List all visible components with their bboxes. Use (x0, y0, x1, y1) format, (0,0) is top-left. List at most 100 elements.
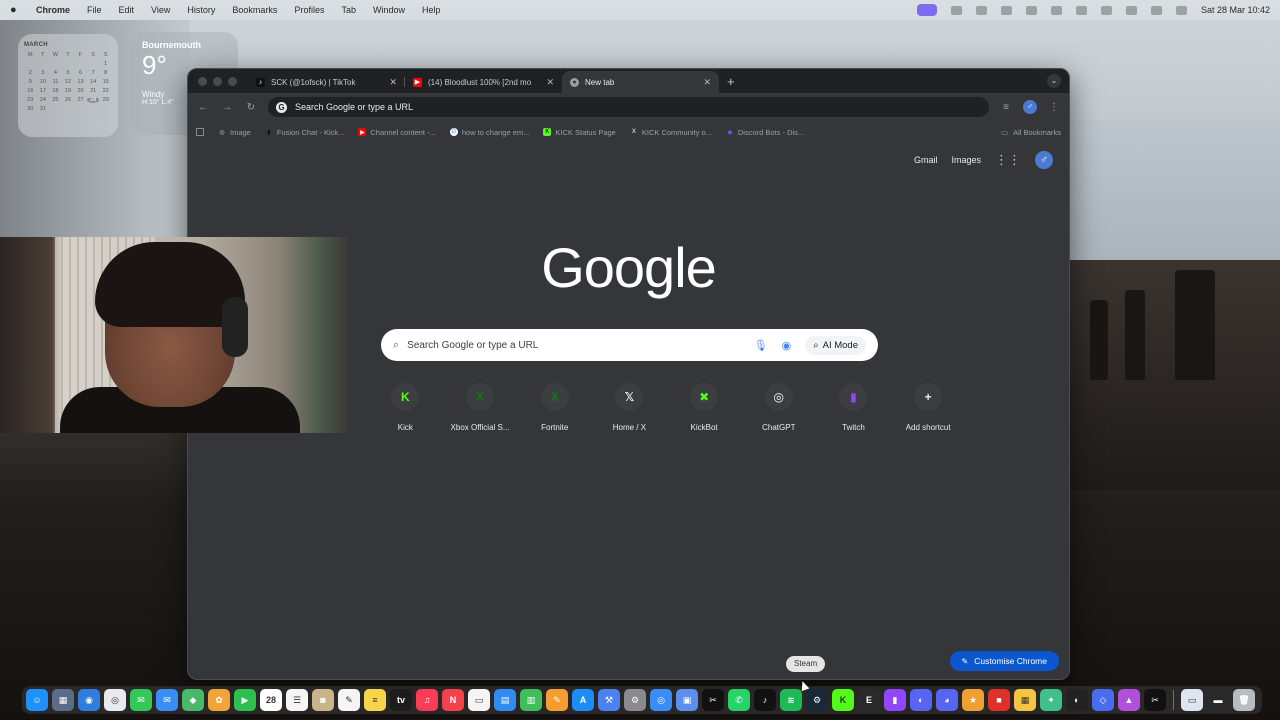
all-bookmarks-button[interactable]: ▭ All Bookmarks (1001, 128, 1061, 137)
new-tab-button[interactable]: + (727, 74, 735, 89)
minimize-window-button[interactable] (213, 76, 222, 86)
epic-icon[interactable]: E (858, 689, 880, 711)
vpn-icon[interactable]: ◇ (1092, 689, 1114, 711)
menu-profiles[interactable]: Profiles (294, 5, 324, 15)
kick-icon[interactable]: K (832, 689, 854, 711)
menu-view[interactable]: View (151, 5, 170, 15)
maps-icon[interactable]: ◆ (182, 689, 204, 711)
zoom-window-button[interactable] (228, 76, 237, 86)
settings-icon[interactable]: ⚙ (624, 689, 646, 711)
menubar-datetime[interactable]: Sat 28 Mar 10:42 (1201, 5, 1270, 15)
forward-icon[interactable]: → (220, 102, 234, 113)
menu-app-name[interactable]: Chrome (36, 5, 70, 15)
apps-grid-icon[interactable] (196, 128, 204, 136)
twitch-icon[interactable]: ▮ (884, 689, 906, 711)
messages-icon[interactable]: ✉ (130, 689, 152, 711)
menu-history[interactable]: History (187, 5, 215, 15)
among-us-icon[interactable]: ◐ (1066, 689, 1088, 711)
tiktok-icon[interactable]: ♪ (754, 689, 776, 711)
tab-tiktok[interactable]: ♪ SCK (@1ofsck) | TikTok ✕ (248, 71, 405, 93)
google-apps-icon[interactable]: ⋮⋮ (995, 152, 1021, 168)
game-icon[interactable]: ★ (962, 689, 984, 711)
music-icon[interactable]: ♫ (416, 689, 438, 711)
trash-icon[interactable]: 🗑 (1233, 689, 1255, 711)
news-icon[interactable]: N (442, 689, 464, 711)
roblox-icon[interactable]: ■ (988, 689, 1010, 711)
account-avatar[interactable]: ♂ (1035, 151, 1053, 169)
reload-icon[interactable]: ↻ (244, 102, 258, 113)
discord-icon[interactable]: ◕ (936, 689, 958, 711)
play-icon[interactable] (1025, 5, 1037, 15)
shortcut-xbox-official-s[interactable]: X Xbox Official S... (443, 383, 518, 432)
tv-icon[interactable]: tv (390, 689, 412, 711)
address-bar[interactable]: G Search Google or type a URL (268, 97, 989, 117)
status-icon[interactable] (950, 5, 962, 15)
display-icon[interactable] (1000, 5, 1012, 15)
apple-icon[interactable]: ● (10, 4, 22, 16)
shortcut-kick[interactable]: K Kick (368, 383, 443, 432)
screen-record-icon[interactable] (916, 4, 937, 16)
mail-icon[interactable]: ✉ (156, 689, 178, 711)
capcut-icon[interactable]: ✂ (702, 689, 724, 711)
status-icon[interactable] (975, 5, 987, 15)
bookmark-item[interactable]: ▶ Channel content -... (358, 128, 436, 137)
obs-icon[interactable]: ◐ (910, 689, 932, 711)
menu-help[interactable]: Help (422, 5, 441, 15)
steam-icon[interactable]: ⚙ (806, 689, 828, 711)
bookmark-item[interactable]: Ghow to change em... (449, 128, 529, 137)
close-tab-icon[interactable]: ✕ (546, 77, 554, 88)
whatsapp-icon[interactable]: ✆ (728, 689, 750, 711)
menu-tab[interactable]: Tab (341, 5, 356, 15)
customise-chrome-button[interactable]: ✎ Customise Chrome (949, 651, 1059, 671)
notes-icon[interactable]: ≡ (364, 689, 386, 711)
numbers-icon[interactable]: ▥ (520, 689, 542, 711)
spotify-icon[interactable]: ≋ (780, 689, 802, 711)
tab-youtube[interactable]: ▶ (14) Bloodlust 100% [2nd mo ✕ (405, 71, 562, 93)
control-center-icon[interactable] (1150, 5, 1162, 15)
headphones-icon[interactable] (1050, 5, 1062, 15)
shortcut-twitch[interactable]: ▮ Twitch (816, 383, 891, 432)
menu-kebab-icon[interactable]: ⋮ (1047, 102, 1061, 113)
google-lens-icon[interactable]: ◉ (782, 339, 792, 352)
menu-file[interactable]: File (87, 5, 102, 15)
images-link[interactable]: Images (951, 155, 981, 165)
microphone-icon[interactable]: 🎙 (754, 339, 768, 352)
bookmark-item[interactable]: ◆ Discord Bots - Dis... (726, 128, 805, 137)
shortcut-fortnite[interactable]: X Fortnite (517, 383, 592, 432)
menu-edit[interactable]: Edit (119, 5, 135, 15)
bookmark-item[interactable]: ▮ Fusion Chat - Kick... (265, 128, 344, 137)
minecraft-icon[interactable]: ▦ (1014, 689, 1036, 711)
menu-bookmarks[interactable]: Bookmarks (232, 5, 277, 15)
chrome-icon[interactable]: ◎ (104, 689, 126, 711)
close-window-button[interactable] (198, 76, 207, 86)
tab-search-icon[interactable]: ⌄ (1047, 74, 1061, 88)
bookmark-item[interactable]: X KICK Community o... (630, 128, 712, 137)
file-icon[interactable]: ▭ (1181, 689, 1203, 711)
shortcut-add-shortcut[interactable]: + Add shortcut (891, 383, 966, 432)
bookmark-item[interactable]: K KICK Status Page (543, 128, 616, 137)
back-icon[interactable]: ← (196, 102, 210, 113)
app-store-icon[interactable]: A (572, 689, 594, 711)
reading-list-icon[interactable]: ≡ (999, 102, 1013, 113)
calendar-icon[interactable]: 28 (260, 689, 282, 711)
photos-icon[interactable]: ✿ (208, 689, 230, 711)
lab-icon[interactable]: ▲ (1118, 689, 1140, 711)
contacts-icon[interactable]: ◙ (312, 689, 334, 711)
keynote2-icon[interactable]: ▤ (494, 689, 516, 711)
close-tab-icon[interactable]: ✕ (389, 77, 397, 88)
gmail-link[interactable]: Gmail (914, 155, 938, 165)
freeform-icon[interactable]: ✎ (338, 689, 360, 711)
facetime-icon[interactable]: ▶ (234, 689, 256, 711)
shortcut-chatgpt[interactable]: ◎ ChatGPT (741, 383, 816, 432)
battery-icon[interactable] (1100, 5, 1112, 15)
safari-icon[interactable]: ◉ (78, 689, 100, 711)
wifi-icon[interactable] (1125, 5, 1137, 15)
siri-icon[interactable] (1175, 5, 1187, 15)
ntp-search-box[interactable]: ⌕ Search Google or type a URL 🎙 ◉ ⌕ AI Mo… (381, 329, 878, 361)
shortcut-home-x[interactable]: 𝕏 Home / X (592, 383, 667, 432)
ai-mode-button[interactable]: ⌕ AI Mode (805, 335, 866, 355)
finder-icon[interactable]: ☺ (26, 689, 48, 711)
reminders-icon[interactable]: ☰ (286, 689, 308, 711)
battery-icon[interactable]: ▬ (1207, 689, 1229, 711)
calendar-widget[interactable]: MARCH M T W T F S S 1 2 3 4 5 6 7 8 9 10 11 12 13 14 15 16 17 18… (18, 34, 118, 137)
